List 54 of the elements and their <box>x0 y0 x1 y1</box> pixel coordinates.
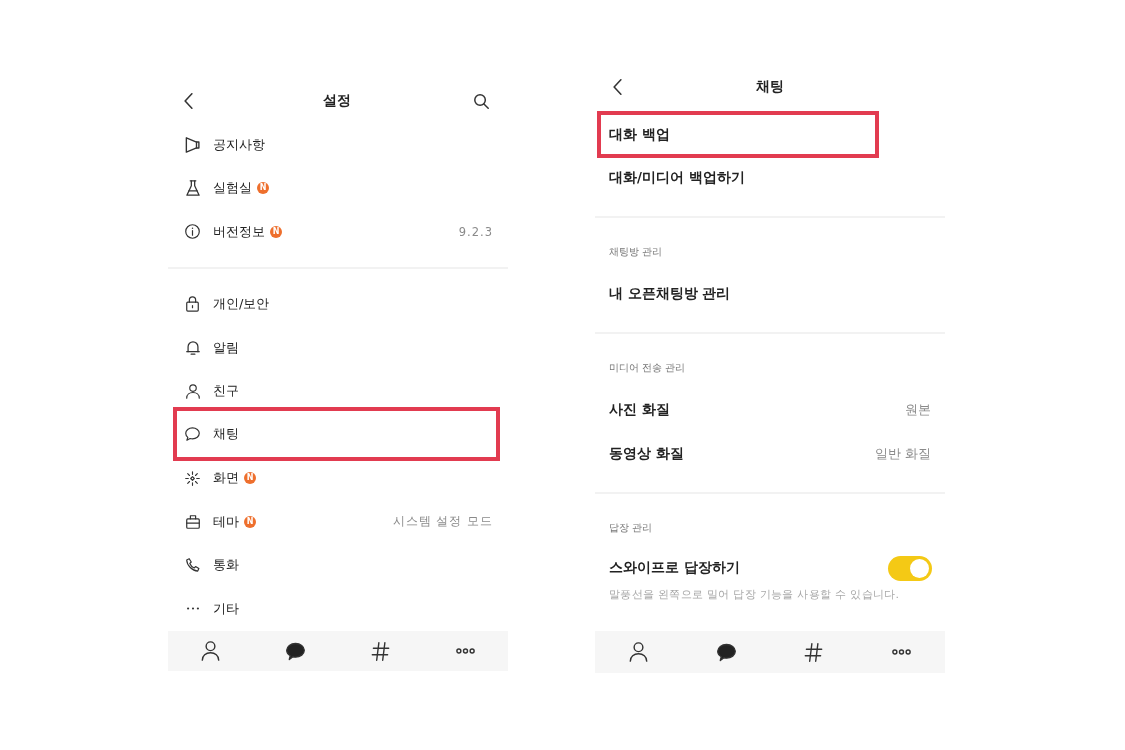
chat-bubble-icon[interactable] <box>716 642 736 662</box>
value-text: 9.2.3 <box>458 224 493 239</box>
menu-item[interactable]: 공지사항 <box>173 128 500 161</box>
back-icon[interactable] <box>184 93 193 109</box>
menu-item[interactable]: 통화 <box>173 549 500 582</box>
menu-item[interactable]: 알림 <box>173 331 500 364</box>
menu-item[interactable]: 버전정보 N 9.2.3 <box>173 215 500 248</box>
menu-item[interactable]: 동영상 화질 일반 화질 <box>595 436 945 472</box>
menu-item[interactable]: 테마 N 시스템 설정 모드 <box>173 505 500 538</box>
info-icon <box>185 224 200 240</box>
dots-icon <box>186 607 199 611</box>
setting-description: 말풍선을 왼쪽으로 밀어 답장 기능을 사용할 수 있습니다. <box>609 587 901 603</box>
value-text: 일반 화질 <box>875 445 931 463</box>
person-icon[interactable] <box>629 642 649 662</box>
dots-icon[interactable] <box>456 648 475 654</box>
hash-icon[interactable] <box>371 641 390 661</box>
screen-title: 채팅 <box>755 78 784 96</box>
person-icon <box>185 383 200 399</box>
new-badge: N <box>244 515 256 528</box>
menu-item[interactable]: 사진 화질 원본 <box>595 392 945 428</box>
menu-item[interactable]: 실험실 N <box>173 172 500 205</box>
menu-item[interactable]: 대화 백업 <box>597 111 879 158</box>
search-icon[interactable] <box>474 93 489 109</box>
flask-icon <box>185 180 200 197</box>
menu-item[interactable]: 친구 <box>173 375 500 408</box>
new-badge: N <box>257 182 269 195</box>
section-heading: 채팅방 관리 <box>608 245 664 259</box>
value-text: 시스템 설정 모드 <box>392 514 493 530</box>
section-heading: 답장 관리 <box>608 521 654 535</box>
new-badge: N <box>270 225 282 238</box>
megaphone-icon <box>185 136 200 153</box>
bell-icon <box>185 340 200 355</box>
sparkle-icon <box>185 470 200 486</box>
chat-bubble-icon <box>185 426 200 441</box>
new-badge: N <box>244 472 256 485</box>
lock-icon <box>186 296 199 313</box>
person-icon[interactable] <box>201 641 220 661</box>
bag-icon <box>185 514 200 529</box>
menu-item[interactable]: 기타 <box>173 592 500 625</box>
section-heading: 미디어 전송 관리 <box>608 361 687 375</box>
chat-bubble-icon[interactable] <box>286 641 305 661</box>
phone-icon <box>185 558 200 573</box>
hash-icon[interactable] <box>804 642 824 662</box>
menu-item[interactable]: 개인/보안 <box>173 288 500 321</box>
menu-item[interactable]: 대화/미디어 백업하기 <box>595 160 945 196</box>
dots-icon[interactable] <box>891 649 911 655</box>
menu-item[interactable]: 채팅 <box>173 407 500 461</box>
menu-item[interactable]: 내 오픈채팅방 관리 <box>595 276 945 312</box>
value-text: 원본 <box>905 401 931 419</box>
menu-item[interactable]: 화면 N <box>173 462 500 495</box>
setting-label: 스와이프로 답장하기 <box>609 559 740 577</box>
screen-title: 설정 <box>322 92 351 110</box>
toggle-switch[interactable] <box>888 555 932 581</box>
back-icon[interactable] <box>613 79 622 95</box>
